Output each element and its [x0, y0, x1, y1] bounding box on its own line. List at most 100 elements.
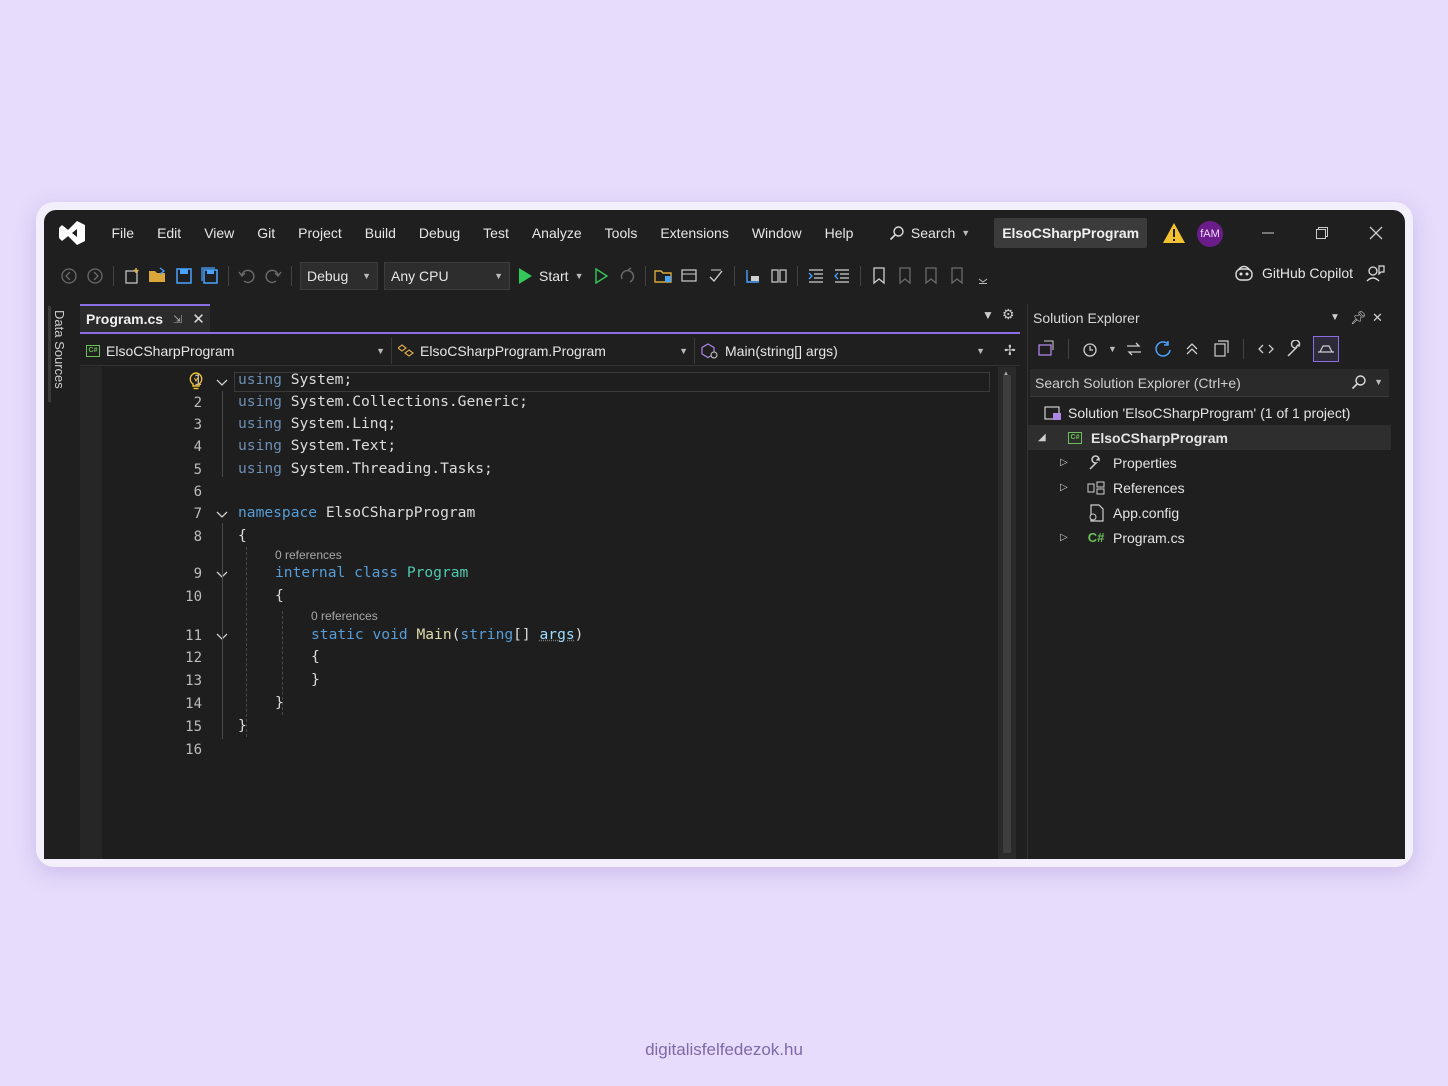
show-all-files-icon[interactable]: [1210, 337, 1232, 361]
layout-icon[interactable]: [678, 264, 702, 288]
tree-item-project[interactable]: ◢ C# ElsoCSharpProgram: [1028, 425, 1391, 450]
menu-help[interactable]: Help: [813, 210, 865, 256]
line-number: 10: [185, 589, 202, 605]
search-button[interactable]: Search ▼: [879, 218, 980, 248]
menu-view[interactable]: View: [193, 210, 246, 256]
open-file-icon[interactable]: [146, 264, 170, 288]
close-window-button[interactable]: [1349, 210, 1403, 256]
tree-item-solution[interactable]: Solution 'ElsoCSharpProgram' (1 of 1 pro…: [1028, 400, 1391, 425]
previous-bookmark-icon[interactable]: [893, 264, 917, 288]
save-all-icon[interactable]: [198, 264, 222, 288]
outdent-icon[interactable]: [830, 264, 854, 288]
collapse-all-icon[interactable]: [1181, 337, 1203, 361]
pin-icon[interactable]: ⇲: [173, 313, 182, 326]
collapse-chevron-icon[interactable]: [216, 377, 228, 389]
step-over-icon[interactable]: [767, 264, 791, 288]
view-code-icon[interactable]: [1255, 337, 1277, 361]
tab-program-cs[interactable]: Program.cs ⇲ ✕: [80, 304, 210, 332]
menu-window[interactable]: Window: [740, 210, 813, 256]
tab-list-dropdown-icon[interactable]: ▼: [982, 308, 994, 322]
solution-platform-select[interactable]: Any CPU ▼: [384, 262, 510, 290]
menu-tools[interactable]: Tools: [593, 210, 649, 256]
line-number: 4: [193, 439, 202, 455]
close-panel-icon[interactable]: ✕: [1372, 310, 1383, 326]
new-project-icon[interactable]: [120, 264, 144, 288]
pin-panel-icon[interactable]: 📌︎: [1350, 310, 1367, 326]
menu-file[interactable]: File: [100, 210, 146, 256]
user-avatar[interactable]: fAM: [1197, 221, 1223, 247]
properties-wrench-icon[interactable]: [1284, 337, 1306, 361]
menu-test[interactable]: Test: [472, 210, 521, 256]
code-line-3: using System.Linq;: [238, 415, 397, 432]
type-navigation-select[interactable]: ElsoCSharpProgram.Program ▼: [392, 337, 695, 364]
navigate-back-icon[interactable]: [57, 264, 81, 288]
panel-options-icon[interactable]: ▼: [1330, 312, 1340, 323]
code-line-15: }: [238, 717, 247, 734]
undo-icon[interactable]: [235, 264, 259, 288]
bookmark-icon[interactable]: [867, 264, 891, 288]
menu-edit[interactable]: Edit: [146, 210, 193, 256]
tree-item-program-cs[interactable]: ▷ C# Program.cs: [1028, 525, 1391, 550]
code-editor[interactable]: 1 2 3 4 5 6 7 8 9 10 11 12 13 14 15 16 u…: [80, 367, 998, 859]
folder-view-icon[interactable]: [652, 264, 676, 288]
browser-link-icon[interactable]: [704, 264, 728, 288]
chevron-down-icon[interactable]: ▼: [1374, 377, 1383, 387]
menu-extensions[interactable]: Extensions: [649, 210, 740, 256]
toolbar-options-icon[interactable]: [971, 264, 995, 288]
tree-item-app-config[interactable]: App.config: [1028, 500, 1391, 525]
close-icon: [1369, 226, 1383, 240]
data-sources-tab[interactable]: Data Sources: [52, 310, 67, 389]
redo-icon[interactable]: [261, 264, 285, 288]
start-debugging-button[interactable]: Start ▼: [513, 267, 588, 285]
search-icon[interactable]: [1351, 374, 1367, 390]
navigate-forward-icon[interactable]: [83, 264, 107, 288]
sync-with-active-document-icon[interactable]: [1123, 337, 1145, 361]
menu-analyze[interactable]: Analyze: [520, 210, 593, 256]
lightbulb-icon[interactable]: [188, 372, 204, 392]
restore-button[interactable]: [1295, 210, 1349, 256]
preview-selected-items-icon[interactable]: [1312, 336, 1339, 362]
gear-icon[interactable]: ⚙: [1002, 306, 1015, 323]
csharp-project-icon: C#: [1066, 430, 1084, 446]
project-title-badge[interactable]: ElsoCSharpProgram: [994, 218, 1148, 248]
next-bookmark-icon[interactable]: [919, 264, 943, 288]
collapsed-arrow-icon[interactable]: ▷: [1060, 532, 1068, 543]
menu-git[interactable]: Git: [246, 210, 287, 256]
copilot-icon: [1235, 265, 1253, 281]
member-navigation-select[interactable]: Main(string[] args) ▼: [695, 338, 991, 364]
feedback-icon[interactable]: [1365, 264, 1385, 282]
collapsed-arrow-icon[interactable]: ▷: [1060, 482, 1068, 493]
tree-item-references[interactable]: ▷ References: [1028, 475, 1391, 500]
clear-bookmarks-icon[interactable]: [945, 264, 969, 288]
menu-debug[interactable]: Debug: [407, 210, 471, 256]
toolbar-separator: [1068, 339, 1069, 359]
expanded-arrow-icon[interactable]: ◢: [1038, 432, 1046, 443]
pending-changes-filter-icon[interactable]: [1080, 337, 1102, 361]
solution-explorer-search-input[interactable]: Search Solution Explorer (Ctrl+e) ▼: [1030, 369, 1389, 397]
codelens-references[interactable]: 0 references: [275, 548, 342, 562]
solution-configuration-select[interactable]: Debug ▼: [300, 262, 378, 290]
github-copilot-button[interactable]: GitHub Copilot: [1234, 264, 1385, 282]
tree-item-properties[interactable]: ▷ Properties: [1028, 450, 1391, 475]
split-editor-icon[interactable]: ✢: [1004, 342, 1016, 359]
close-tab-icon[interactable]: ✕: [192, 310, 205, 328]
indent-icon[interactable]: [804, 264, 828, 288]
scrollbar-thumb[interactable]: [1003, 375, 1011, 853]
save-icon[interactable]: [172, 264, 196, 288]
refresh-icon[interactable]: [1152, 337, 1174, 361]
collapse-chevron-icon[interactable]: [216, 509, 228, 521]
codelens-references[interactable]: 0 references: [311, 609, 378, 623]
chevron-down-icon[interactable]: ▼: [1108, 344, 1117, 354]
project-navigation-select[interactable]: C# ElsoCSharpProgram ▼: [80, 337, 392, 364]
editor-vertical-scrollbar[interactable]: ▲: [998, 367, 1016, 859]
collapsed-arrow-icon[interactable]: ▷: [1060, 457, 1068, 468]
step-into-icon[interactable]: [741, 264, 765, 288]
minimize-button[interactable]: [1241, 210, 1295, 256]
menu-build[interactable]: Build: [353, 210, 407, 256]
visual-studio-logo-icon[interactable]: [44, 210, 100, 256]
hot-reload-icon[interactable]: [615, 264, 639, 288]
switch-views-icon[interactable]: [1035, 337, 1057, 361]
warning-icon[interactable]: [1162, 222, 1186, 249]
start-without-debugging-icon[interactable]: [589, 264, 613, 288]
menu-project[interactable]: Project: [287, 210, 354, 256]
